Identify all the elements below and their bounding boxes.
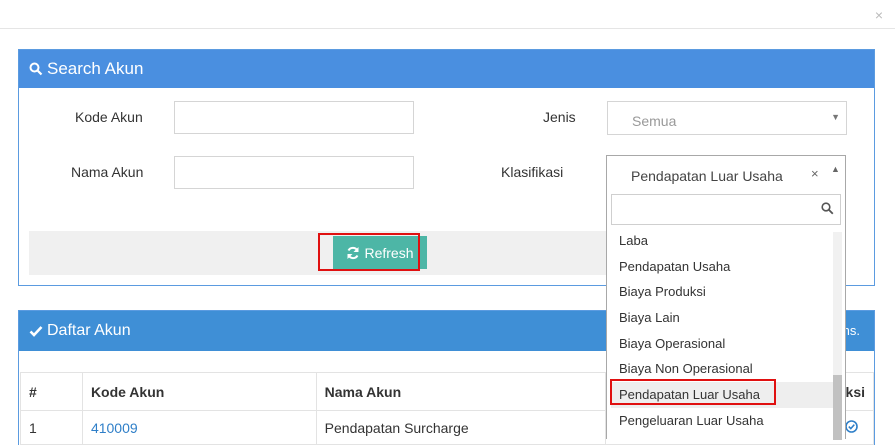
close-icon[interactable]: × — [875, 8, 883, 22]
search-panel-title: Search Akun — [47, 59, 144, 78]
modal-header: × — [0, 0, 895, 29]
check-icon — [29, 326, 43, 337]
search-panel-header: Search Akun — [19, 50, 874, 88]
klasifikasi-selected-value: Pendapatan Luar Usaha — [631, 168, 783, 184]
option-laba[interactable]: Laba — [611, 228, 833, 254]
option-biaya-produksi[interactable]: Biaya Produksi — [611, 279, 833, 305]
clear-icon[interactable]: × — [811, 166, 819, 181]
refresh-highlight-frame — [318, 233, 420, 271]
jenis-label: Jenis — [543, 109, 576, 125]
dropdown-scrollbar[interactable] — [833, 232, 842, 440]
search-icon — [29, 62, 43, 76]
option-biaya-operasional[interactable]: Biaya Operasional — [611, 331, 833, 357]
nama-akun-cell: Pendapatan Surcharge — [315, 410, 607, 445]
option-pengeluaran-luar-usaha[interactable]: Pengeluaran Luar Usaha — [611, 408, 833, 434]
kode-akun-label: Kode Akun — [75, 109, 143, 125]
search-icon — [821, 202, 834, 215]
kode-akun-link[interactable]: 410009 — [81, 410, 317, 445]
klasifikasi-label: Klasifikasi — [501, 164, 564, 180]
jenis-select[interactable]: Semua ▼ — [607, 101, 847, 135]
option-highlight-frame — [610, 379, 776, 405]
chevron-up-icon[interactable]: ▲ — [831, 164, 840, 174]
check-circle-icon[interactable] — [845, 420, 858, 433]
nama-akun-input[interactable] — [174, 156, 414, 189]
column-header-no: # — [20, 372, 83, 411]
jenis-select-value: Semua — [632, 113, 677, 129]
row-number: 1 — [20, 410, 83, 445]
daftar-akun-title: Daftar Akun — [47, 322, 131, 339]
kode-akun-input[interactable] — [174, 101, 414, 134]
column-header-nama-akun: Nama Akun — [315, 372, 607, 411]
scrollbar-thumb[interactable] — [833, 375, 842, 440]
option-pendapatan-usaha[interactable]: Pendapatan Usaha — [611, 254, 833, 280]
nama-akun-label: Nama Akun — [71, 164, 144, 180]
column-header-kode-akun: Kode Akun — [81, 372, 317, 411]
option-biaya-lain[interactable]: Biaya Lain — [611, 305, 833, 331]
chevron-down-icon: ▼ — [831, 112, 840, 122]
klasifikasi-search-input[interactable] — [611, 194, 841, 225]
